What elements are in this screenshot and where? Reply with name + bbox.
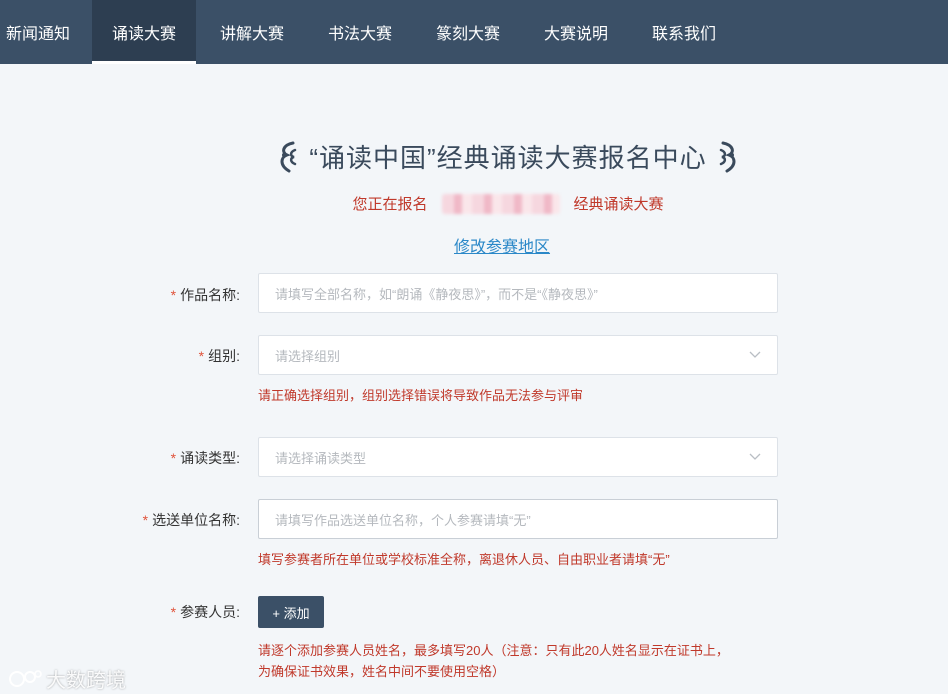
participants-hint-line2: 为确保证书效果，姓名中间不要使用空格） xyxy=(258,664,506,679)
nav-item-calligraphy[interactable]: 书法大赛 xyxy=(308,0,412,64)
registering-info: 您正在报名 经典诵读大赛 xyxy=(0,193,948,214)
unit-name-input[interactable]: 请填写作品选送单位名称，个人参赛请填“无” xyxy=(258,499,778,539)
registering-suffix: 经典诵读大赛 xyxy=(573,196,664,213)
right-ornament-icon xyxy=(719,141,736,172)
group-placeholder: 请选择组别 xyxy=(275,348,341,364)
group-hint: 请正确选择组别，组别选择错误将导致作品无法参与评审 xyxy=(258,388,584,403)
add-participant-button[interactable]: + 添加 xyxy=(258,596,324,628)
group-label: * 组别: xyxy=(198,348,240,364)
participants-label: * 参赛人员: xyxy=(170,604,240,620)
nav-item-explanation[interactable]: 讲解大赛 xyxy=(196,0,308,64)
participants-hint-line1: 请逐个添加参赛人员姓名，最多填写20人（注意：只有此20人姓名显示在证书上， xyxy=(258,643,729,658)
work-name-label: * 作品名称: xyxy=(170,287,240,303)
unit-name-label: * 选送单位名称: xyxy=(142,512,240,528)
top-nav: 新闻通知 诵读大赛 讲解大赛 书法大赛 篆刻大赛 大赛说明 联系我们 xyxy=(0,0,948,64)
nav-item-seal-carving[interactable]: 篆刻大赛 xyxy=(412,0,524,64)
nav-item-news[interactable]: 新闻通知 xyxy=(0,0,76,64)
reading-type-label: * 诵读类型: xyxy=(170,450,240,466)
group-select[interactable]: 请选择组别 xyxy=(258,335,778,375)
change-region-link[interactable]: 修改参赛地区 xyxy=(454,233,550,257)
nav-item-recitation[interactable]: 诵读大赛 xyxy=(92,0,196,64)
work-name-input[interactable]: 请填写全部名称，如“朗诵《静夜思》”，而不是“《静夜思》” xyxy=(258,273,778,313)
page-title: “诵读中国”经典诵读大赛报名中心 xyxy=(309,143,707,173)
chevron-down-icon xyxy=(749,453,761,460)
nav-item-rules[interactable]: 大赛说明 xyxy=(524,0,628,64)
reading-type-select[interactable]: 请选择诵读类型 xyxy=(258,437,778,477)
nav-item-contact[interactable]: 联系我们 xyxy=(628,0,740,64)
watermark-text: 大数跨境 xyxy=(46,670,126,692)
unit-name-hint: 填写参赛者所在单位或学校标准全称，离退休人员、自由职业者请填“无” xyxy=(258,552,670,567)
page-title-row: “诵读中国”经典诵读大赛报名中心 xyxy=(0,138,948,175)
reading-type-placeholder: 请选择诵读类型 xyxy=(275,450,367,466)
registering-prefix: 您正在报名 xyxy=(352,196,428,213)
left-ornament-icon xyxy=(280,141,297,172)
chevron-down-icon xyxy=(749,351,761,358)
watermark-logo-icon xyxy=(9,669,42,687)
work-name-placeholder: 请填写全部名称，如“朗诵《静夜思》”，而不是“《静夜思》” xyxy=(275,286,598,302)
watermark: 大数跨境 xyxy=(8,664,126,693)
region-name-redacted xyxy=(441,193,560,214)
unit-name-placeholder: 请填写作品选送单位名称，个人参赛请填“无” xyxy=(275,512,531,528)
